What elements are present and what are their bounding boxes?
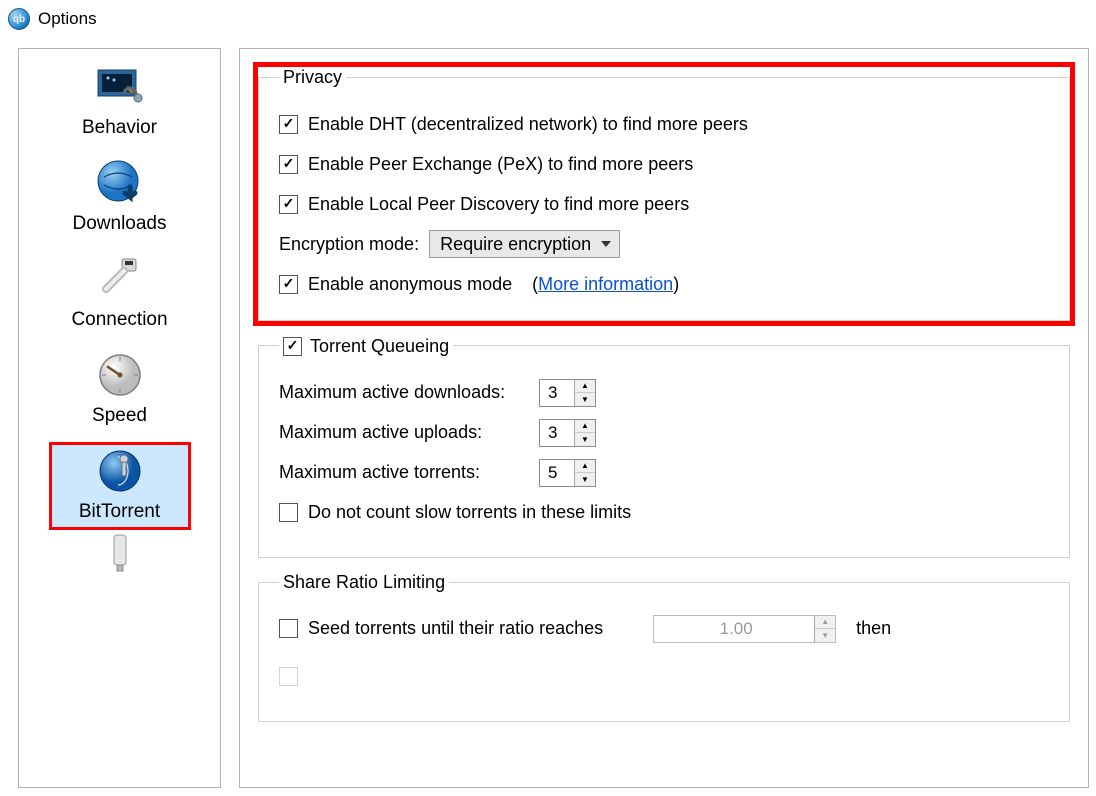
sidebar-item-behavior[interactable]: Behavior [50, 59, 190, 145]
checkbox-slow[interactable] [279, 503, 298, 522]
spin-down-icon[interactable]: ▼ [815, 629, 835, 642]
checkbox-partial[interactable] [279, 667, 298, 686]
spin-value: 3 [540, 380, 574, 406]
spin-up-icon[interactable]: ▲ [815, 616, 835, 630]
spin-max-t[interactable]: 5 ▲▼ [539, 459, 596, 487]
sidebar-item-label: Speed [92, 405, 147, 427]
checkbox-anonymous[interactable] [279, 275, 298, 294]
sidebar-item-speed[interactable]: Speed [50, 347, 190, 433]
privacy-group: Privacy Enable DHT (decentralized networ… [258, 67, 1070, 321]
queueing-legend: Torrent Queueing [279, 335, 453, 357]
webui-icon [94, 539, 146, 569]
spin-max-ul[interactable]: 3 ▲▼ [539, 419, 596, 447]
share-group: Share Ratio Limiting Seed torrents until… [258, 572, 1070, 722]
spin-ratio[interactable]: 1.00 ▲▼ [653, 615, 836, 643]
label-pex: Enable Peer Exchange (PeX) to find more … [308, 154, 693, 175]
sidebar-item-label: BitTorrent [79, 501, 160, 523]
label-lpd: Enable Local Peer Discovery to find more… [308, 194, 689, 215]
share-legend: Share Ratio Limiting [279, 572, 449, 593]
link-more-information[interactable]: More information [538, 274, 673, 294]
spin-value: 1.00 [654, 616, 814, 642]
speed-icon [94, 349, 146, 399]
bittorrent-icon [94, 445, 146, 495]
checkbox-queueing-enable[interactable] [283, 337, 302, 356]
spin-down-icon[interactable]: ▼ [575, 393, 595, 406]
sidebar-item-label: Downloads [73, 213, 167, 235]
label-max-t: Maximum active torrents: [279, 462, 529, 483]
label-encryption-mode: Encryption mode: [279, 234, 419, 255]
app-icon: qb [8, 8, 30, 30]
spin-value: 3 [540, 420, 574, 446]
label-dht: Enable DHT (decentralized network) to fi… [308, 114, 748, 135]
window-title: Options [38, 9, 97, 29]
spin-up-icon[interactable]: ▲ [575, 460, 595, 474]
label-max-dl: Maximum active downloads: [279, 382, 529, 403]
category-sidebar: Behavior Downloads [18, 48, 221, 788]
checkbox-lpd[interactable] [279, 195, 298, 214]
label-slow: Do not count slow torrents in these limi… [308, 502, 631, 523]
downloads-icon [94, 157, 146, 207]
label-anonymous: Enable anonymous mode [308, 274, 512, 295]
spin-up-icon[interactable]: ▲ [575, 380, 595, 394]
label-seed-until: Seed torrents until their ratio reaches [308, 618, 603, 639]
checkbox-seed-until[interactable] [279, 619, 298, 638]
behavior-icon [94, 61, 146, 111]
sidebar-item-connection[interactable]: Connection [50, 251, 190, 337]
sidebar-item-label: Connection [71, 309, 167, 331]
sidebar-item-bittorrent[interactable]: BitTorrent [50, 443, 190, 529]
spin-up-icon[interactable]: ▲ [575, 420, 595, 434]
label-then: then [856, 618, 891, 639]
title-bar: qb Options [0, 0, 1096, 38]
queueing-group: Torrent Queueing Maximum active download… [258, 335, 1070, 558]
spin-max-dl[interactable]: 3 ▲▼ [539, 379, 596, 407]
label-partial [308, 666, 313, 687]
spin-down-icon[interactable]: ▼ [575, 473, 595, 486]
checkbox-pex[interactable] [279, 155, 298, 174]
label-max-ul: Maximum active uploads: [279, 422, 529, 443]
select-value: Require encryption [440, 234, 591, 254]
sidebar-item-label: Behavior [82, 117, 157, 139]
sidebar-item-next[interactable] [50, 537, 190, 575]
select-encryption-mode[interactable]: Require encryption [429, 230, 620, 258]
connection-icon [94, 253, 146, 303]
spin-value: 5 [540, 460, 574, 486]
privacy-legend: Privacy [279, 67, 346, 88]
sidebar-item-downloads[interactable]: Downloads [50, 155, 190, 241]
spin-down-icon[interactable]: ▼ [575, 433, 595, 446]
settings-panel: Privacy Enable DHT (decentralized networ… [239, 48, 1089, 788]
queueing-legend-text: Torrent Queueing [310, 336, 449, 357]
chevron-down-icon [601, 241, 611, 247]
checkbox-dht[interactable] [279, 115, 298, 134]
